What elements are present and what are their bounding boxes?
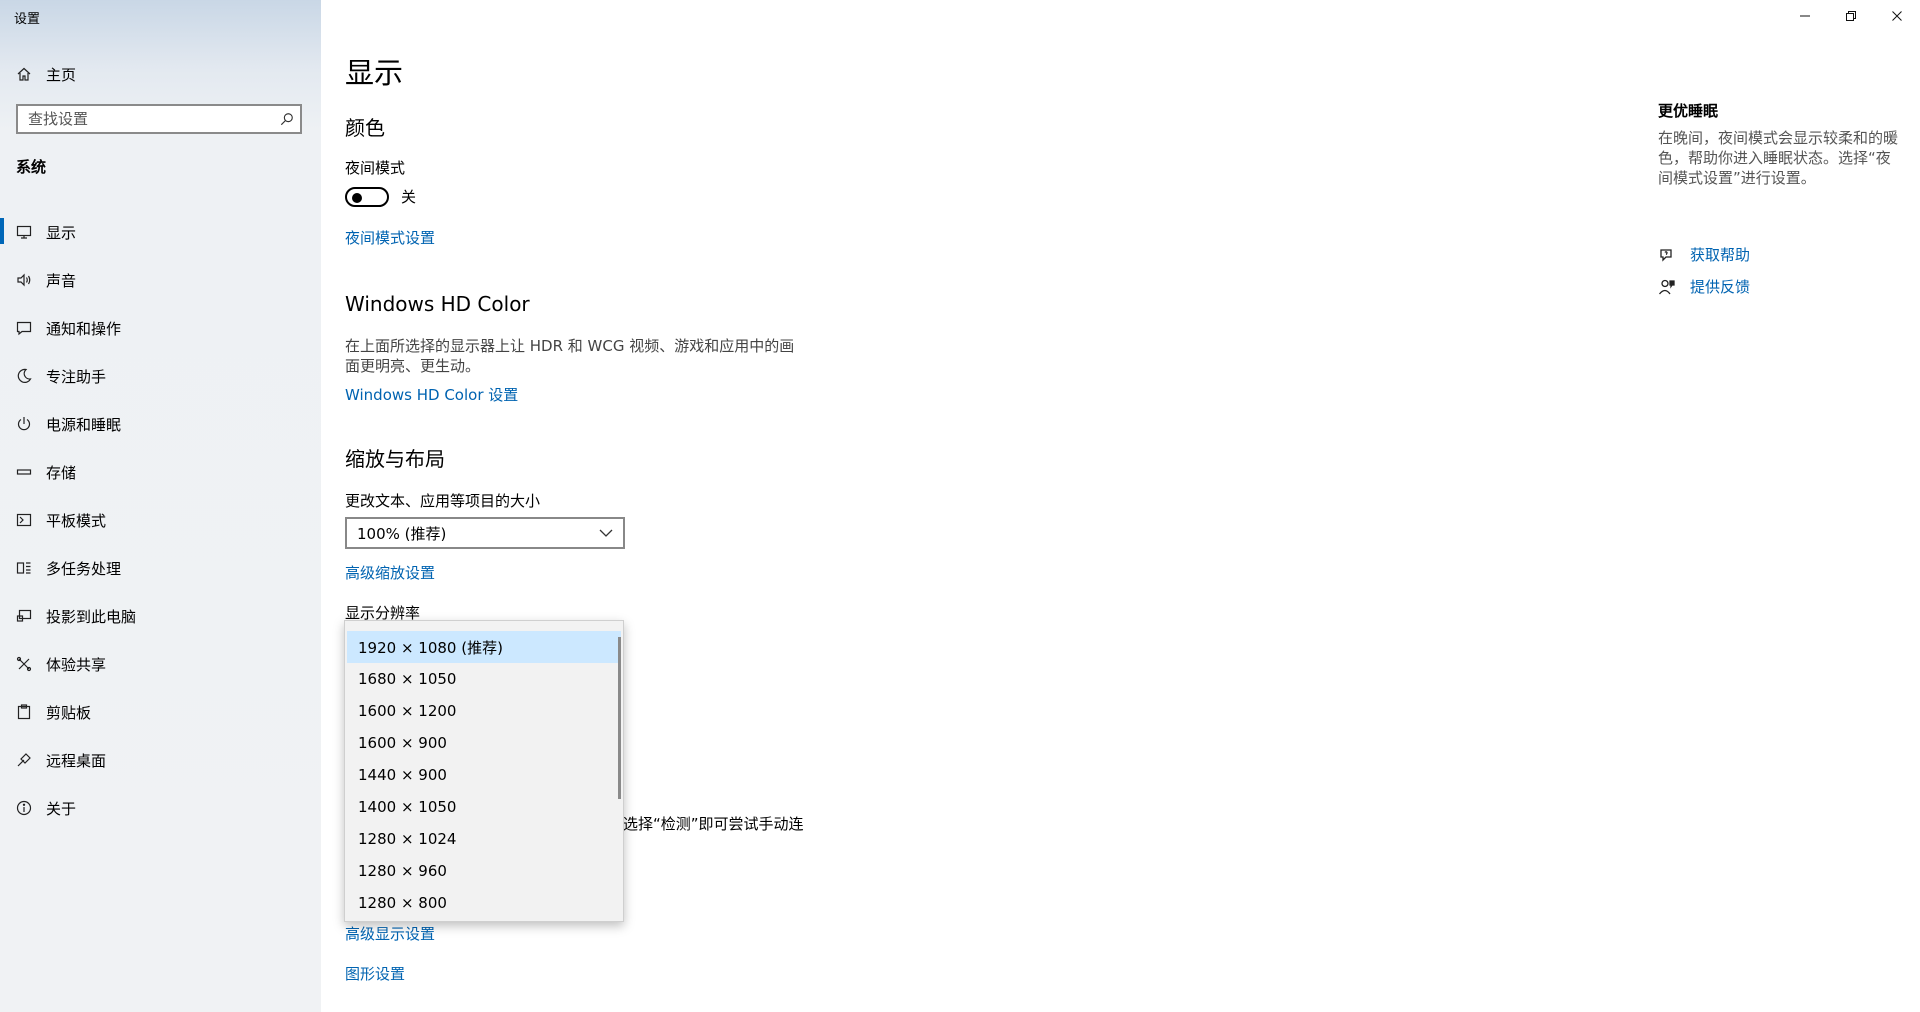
sidebar-item-shared-experiences[interactable]: 体验共享 xyxy=(0,640,321,688)
hdr-description: 在上面所选择的显示器上让 HDR 和 WCG 视频、游戏和应用中的画面更明亮、更… xyxy=(345,337,795,375)
color-heading: 颜色 xyxy=(345,116,385,140)
project-icon xyxy=(16,608,32,624)
close-icon xyxy=(1892,11,1902,21)
resolution-option[interactable]: 1440 × 900 xyxy=(347,759,621,791)
share-icon xyxy=(16,656,32,672)
scale-dropdown-value: 100% (推荐) xyxy=(357,524,447,543)
monitor-icon xyxy=(16,224,32,240)
sidebar-item-label: 体验共享 xyxy=(46,655,107,674)
night-mode-state: 关 xyxy=(401,188,417,206)
hdr-heading: Windows HD Color xyxy=(345,292,530,316)
resolution-option[interactable]: 1600 × 900 xyxy=(347,727,621,759)
power-icon xyxy=(16,416,32,432)
chevron-down-icon xyxy=(599,529,613,537)
page-title: 显示 xyxy=(345,56,404,90)
night-mode-settings-link[interactable]: 夜间模式设置 xyxy=(345,227,435,248)
sidebar-item-label: 专注助手 xyxy=(46,367,107,386)
resolution-option[interactable]: 1280 × 1024 xyxy=(347,823,621,855)
sidebar-item-label: 剪贴板 xyxy=(46,703,92,722)
sidebar-item-notifications[interactable]: 通知和操作 xyxy=(0,304,321,352)
text-size-label: 更改文本、应用等项目的大小 xyxy=(345,492,541,510)
resolution-option[interactable]: 1280 × 960 xyxy=(347,855,621,887)
detect-hint-text: 选择“检测”即可尝试手动连 xyxy=(623,815,804,833)
related-description: 在晚间，夜间模式会显示较柔和的暖色，帮助你进入睡眠状态。选择“夜间模式设置”进行… xyxy=(1658,129,1899,187)
advanced-display-link[interactable]: 高级显示设置 xyxy=(345,923,435,944)
resolution-option[interactable]: 1400 × 1050 xyxy=(347,791,621,823)
sidebar-item-label: 多任务处理 xyxy=(46,559,122,578)
app-title: 设置 xyxy=(14,12,41,27)
close-button[interactable] xyxy=(1874,0,1920,32)
remote-icon xyxy=(16,752,32,768)
scale-layout-heading: 缩放与布局 xyxy=(345,447,445,471)
sidebar-item-sound[interactable]: 声音 xyxy=(0,256,321,304)
tablet-icon xyxy=(16,512,32,528)
sidebar-item-label: 电源和睡眠 xyxy=(46,415,122,434)
search-box[interactable] xyxy=(16,104,302,134)
multitask-icon xyxy=(16,560,32,576)
sidebar-item-label: 声音 xyxy=(46,271,77,290)
give-feedback-label: 提供反馈 xyxy=(1690,278,1751,296)
dropdown-scrollbar[interactable] xyxy=(618,637,621,799)
sidebar-item-label: 显示 xyxy=(46,223,77,242)
sidebar-item-home[interactable]: 主页 xyxy=(0,60,321,88)
sidebar-item-storage[interactable]: 存储 xyxy=(0,448,321,496)
home-icon xyxy=(16,66,32,82)
info-icon xyxy=(16,800,32,816)
sidebar-item-label: 关于 xyxy=(46,799,77,818)
sidebar: 设置 主页 系统 显示 声音 通知和操作 xyxy=(0,0,321,1012)
sidebar-nav-list: 显示 声音 通知和操作 专注助手 电源和睡眠 存储 平板模式 多任务处理 投影到… xyxy=(0,208,321,832)
sidebar-item-tablet-mode[interactable]: 平板模式 xyxy=(0,496,321,544)
sidebar-section-heading: 系统 xyxy=(16,158,47,176)
minimize-icon xyxy=(1800,15,1810,17)
search-icon[interactable] xyxy=(274,112,300,126)
sidebar-item-display[interactable]: 显示 xyxy=(0,208,321,256)
night-mode-toggle[interactable] xyxy=(345,186,389,207)
sidebar-item-multitasking[interactable]: 多任务处理 xyxy=(0,544,321,592)
sidebar-item-label: 投影到此电脑 xyxy=(46,607,137,626)
give-feedback-link[interactable]: 提供反馈 xyxy=(1658,276,1750,297)
restore-icon xyxy=(1846,11,1856,21)
resolution-option[interactable]: 1920 × 1080 (推荐) xyxy=(347,631,621,663)
feedback-person-icon xyxy=(1658,278,1676,296)
resolution-dropdown-list[interactable]: 1920 × 1080 (推荐) 1680 × 1050 1600 × 1200… xyxy=(344,620,624,922)
notification-icon xyxy=(16,320,32,336)
resolution-option[interactable]: 1680 × 1050 xyxy=(347,663,621,695)
window-controls xyxy=(1782,0,1920,32)
sidebar-item-label: 通知和操作 xyxy=(46,319,122,338)
hdr-settings-link[interactable]: Windows HD Color 设置 xyxy=(345,384,518,405)
sidebar-item-label: 存储 xyxy=(46,463,77,482)
help-chat-icon xyxy=(1658,246,1676,264)
sidebar-item-label: 平板模式 xyxy=(46,511,107,530)
scale-dropdown[interactable]: 100% (推荐) xyxy=(345,517,625,549)
resolution-option[interactable]: 1600 × 1200 xyxy=(347,695,621,727)
minimize-button[interactable] xyxy=(1782,0,1828,32)
related-title: 更优睡眠 xyxy=(1658,102,1719,120)
resolution-option[interactable]: 1280 × 800 xyxy=(347,887,621,919)
sidebar-item-focus-assist[interactable]: 专注助手 xyxy=(0,352,321,400)
night-mode-toggle-row: 关 xyxy=(345,186,416,207)
storage-icon xyxy=(16,464,32,480)
sidebar-home-label: 主页 xyxy=(46,65,77,84)
graphics-settings-link[interactable]: 图形设置 xyxy=(345,963,405,984)
moon-icon xyxy=(16,368,32,384)
clipboard-icon xyxy=(16,704,32,720)
advanced-scaling-link[interactable]: 高级缩放设置 xyxy=(345,562,435,583)
sidebar-item-about[interactable]: 关于 xyxy=(0,784,321,832)
search-input[interactable] xyxy=(18,106,274,132)
get-help-link[interactable]: 获取帮助 xyxy=(1658,244,1750,265)
sidebar-item-remote-desktop[interactable]: 远程桌面 xyxy=(0,736,321,784)
sidebar-item-label: 远程桌面 xyxy=(46,751,107,770)
get-help-label: 获取帮助 xyxy=(1690,246,1751,264)
speaker-icon xyxy=(16,272,32,288)
sidebar-item-clipboard[interactable]: 剪贴板 xyxy=(0,688,321,736)
sidebar-item-power-sleep[interactable]: 电源和睡眠 xyxy=(0,400,321,448)
night-mode-label: 夜间模式 xyxy=(345,159,406,177)
sidebar-item-project[interactable]: 投影到此电脑 xyxy=(0,592,321,640)
restore-button[interactable] xyxy=(1828,0,1874,32)
